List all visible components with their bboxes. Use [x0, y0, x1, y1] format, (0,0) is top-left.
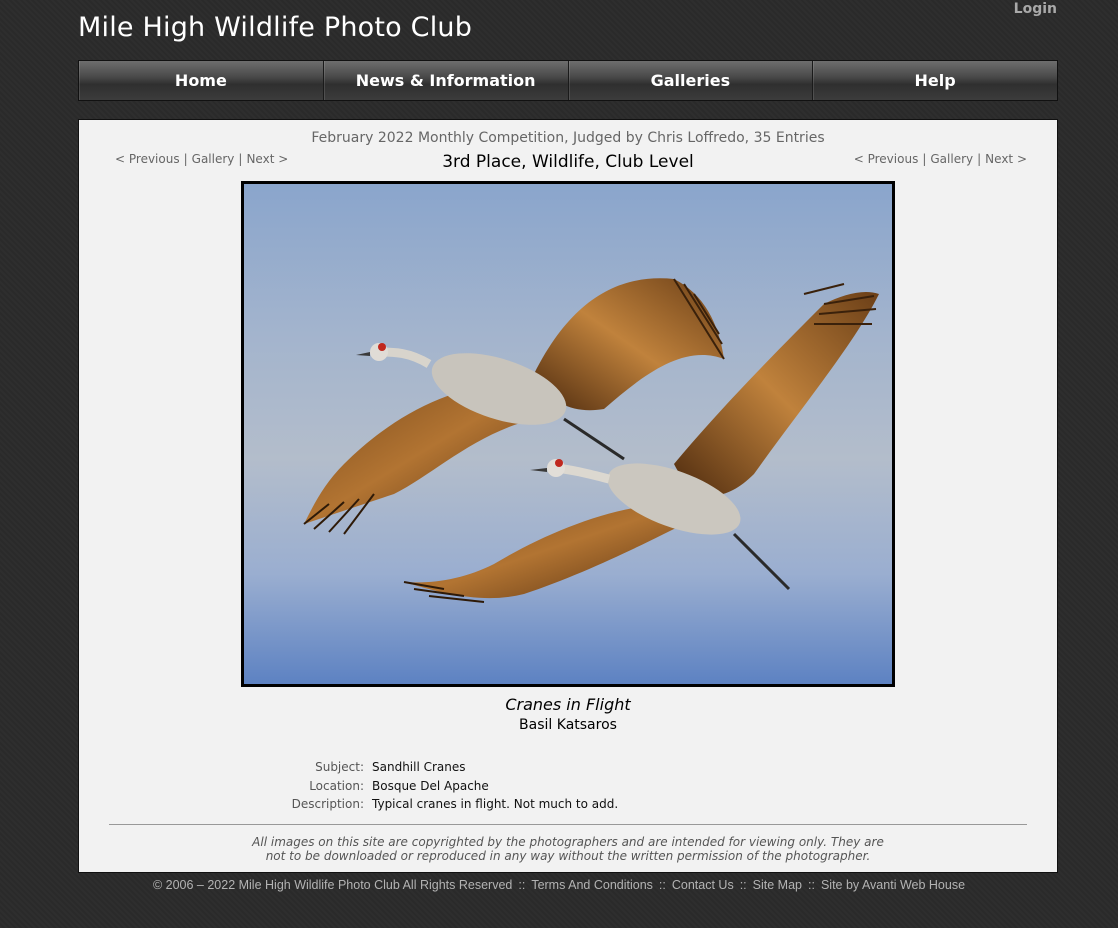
nav-help[interactable]: Help [813, 61, 1057, 100]
photo-title: Cranes in Flight [505, 695, 631, 714]
gallery-link[interactable]: Gallery [192, 152, 235, 166]
copyright-line-2: not to be downloaded or reproduced in an… [265, 849, 871, 863]
footer-separator: :: [808, 878, 815, 892]
pager-separator: | [977, 152, 982, 166]
contact-link[interactable]: Contact Us [672, 878, 734, 892]
credit-link[interactable]: Site by Avanti Web House [821, 878, 965, 892]
pager-separator: | [183, 152, 188, 166]
detail-value: Bosque Del Apache [372, 778, 489, 793]
detail-label: Location: [309, 778, 364, 793]
detail-label: Description: [291, 797, 364, 812]
sitemap-link[interactable]: Site Map [753, 878, 802, 892]
detail-row-location: Location: Bosque Del Apache [79, 777, 618, 796]
detail-row-subject: Subject: Sandhill Cranes [79, 758, 618, 777]
detail-value: Sandhill Cranes [372, 760, 466, 775]
next-link[interactable]: Next > [985, 152, 1027, 166]
previous-link[interactable]: < Previous [115, 152, 180, 166]
pager-separator: | [238, 152, 243, 166]
gallery-link[interactable]: Gallery [930, 152, 973, 166]
nav-home[interactable]: Home [79, 61, 324, 100]
competition-header: February 2022 Monthly Competition, Judge… [311, 130, 825, 146]
cranes-photo-illustration [303, 278, 879, 603]
detail-value: Typical cranes in flight. Not much to ad… [372, 797, 619, 812]
pager-top-left: < Previous | Gallery | Next > [115, 152, 288, 166]
entry-panel: February 2022 Monthly Competition, Judge… [78, 119, 1058, 873]
divider [109, 824, 1027, 825]
crane-wing-lower-left [404, 504, 684, 599]
pager-separator: | [922, 152, 927, 166]
footer-separator: :: [658, 878, 666, 892]
photographer-name: Basil Katsaros [519, 717, 617, 733]
main-nav: Home News & Information Galleries Help [78, 60, 1058, 101]
nav-galleries[interactable]: Galleries [569, 61, 814, 100]
copyright-line-1: All images on this site are copyrighted … [252, 835, 884, 849]
copyright-notice: All images on this site are copyrighted … [79, 835, 1057, 863]
photo-details: Subject: Sandhill Cranes Location: Bosqu… [79, 758, 619, 814]
detail-row-description: Description: Typical cranes in flight. N… [79, 795, 619, 814]
previous-link[interactable]: < Previous [854, 152, 919, 166]
footer-separator: :: [518, 878, 526, 892]
site-title: Mile High Wildlife Photo Club [78, 12, 473, 43]
competition-photo [241, 181, 895, 687]
login-link[interactable]: Login [1014, 1, 1057, 17]
pager-top-right: < Previous | Gallery | Next > [854, 152, 1027, 166]
footer-separator: :: [739, 878, 747, 892]
nav-news-information[interactable]: News & Information [324, 61, 569, 100]
next-link[interactable]: Next > [246, 152, 288, 166]
detail-label: Subject: [315, 760, 364, 775]
site-footer: © 2006 – 2022 Mile High Wildlife Photo C… [0, 878, 1118, 892]
footer-copyright: © 2006 – 2022 Mile High Wildlife Photo C… [152, 878, 513, 892]
terms-link[interactable]: Terms And Conditions [531, 878, 653, 892]
